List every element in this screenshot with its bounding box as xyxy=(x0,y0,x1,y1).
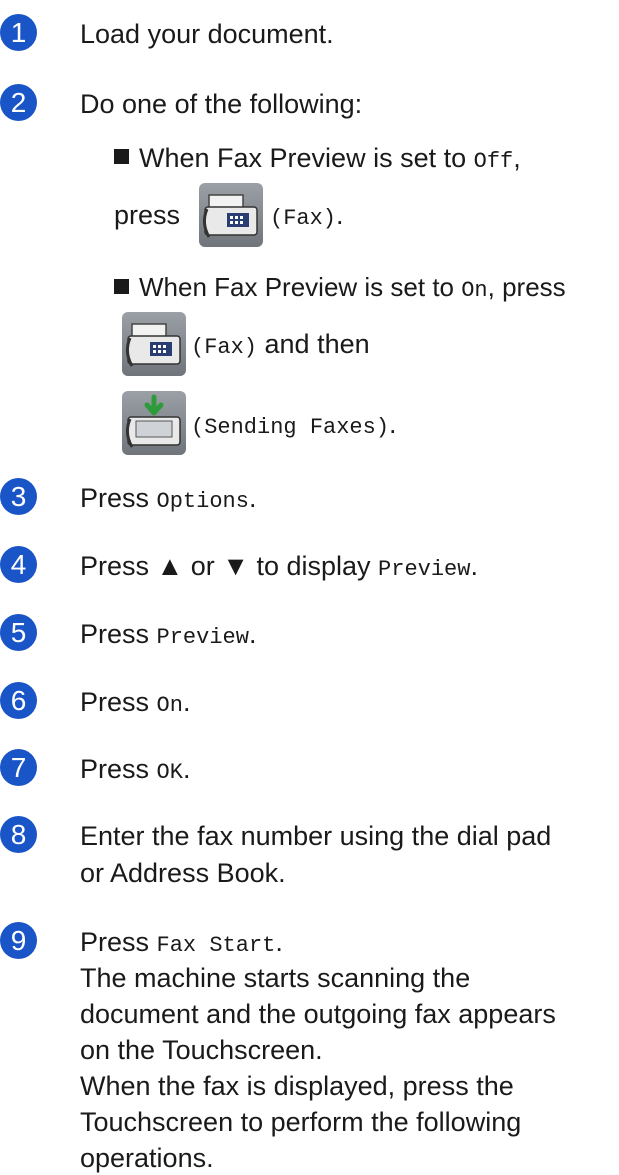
step-number-badge: 9 xyxy=(0,922,37,959)
step-text: Press Options. xyxy=(80,483,257,514)
step-text: operations. xyxy=(80,1143,214,1173)
step-text: Press Fax Start. xyxy=(80,927,283,958)
step-text: The machine starts scanning the xyxy=(80,963,471,993)
step-text: document and the outgoing fax appears xyxy=(80,999,556,1029)
fax-icon xyxy=(199,183,263,247)
step-number-badge: 3 xyxy=(0,478,37,515)
fax-label: (Fax). xyxy=(270,200,344,231)
step-text: Enter the fax number using the dial pad xyxy=(80,821,552,851)
step-text: Do one of the following: xyxy=(80,89,363,119)
bullet-square xyxy=(114,278,129,294)
step-text: When the fax is displayed, press the xyxy=(80,1071,514,1101)
code-text: On xyxy=(461,278,488,303)
step-number-badge: 4 xyxy=(0,546,37,583)
step-text: on the Touchscreen. xyxy=(80,1035,323,1065)
step-text: Load your document. xyxy=(80,19,334,49)
bullet-square xyxy=(114,149,129,165)
step-number-badge: 6 xyxy=(0,682,37,719)
sending-faxes-icon xyxy=(122,391,186,455)
step-number-badge: 7 xyxy=(0,749,37,786)
code-text: Off xyxy=(473,149,514,174)
bullet-item-preview-on: When Fax Preview is set to On, press xyxy=(114,270,566,308)
sending-faxes-label: (Sending Faxes). xyxy=(191,409,397,440)
step-number-badge: 8 xyxy=(0,816,37,853)
bullet-item-preview-off: When Fax Preview is set to Off, xyxy=(114,141,521,179)
step-text: Press ▲ or ▼ to display Preview. xyxy=(80,551,478,582)
step-number-badge: 1 xyxy=(0,14,37,51)
press-label: press xyxy=(114,200,181,230)
step-number-badge: 5 xyxy=(0,614,37,651)
fax-icon xyxy=(122,312,186,376)
step-text: Press OK. xyxy=(80,754,191,785)
step-text: Press On. xyxy=(80,687,191,718)
fax-and-then-label: (Fax) and then xyxy=(191,329,370,360)
step-number-badge: 2 xyxy=(0,84,37,121)
step-text: or Address Book. xyxy=(80,858,286,888)
step-text: Press Preview. xyxy=(80,619,257,650)
step-text: Touchscreen to perform the following xyxy=(80,1107,522,1137)
